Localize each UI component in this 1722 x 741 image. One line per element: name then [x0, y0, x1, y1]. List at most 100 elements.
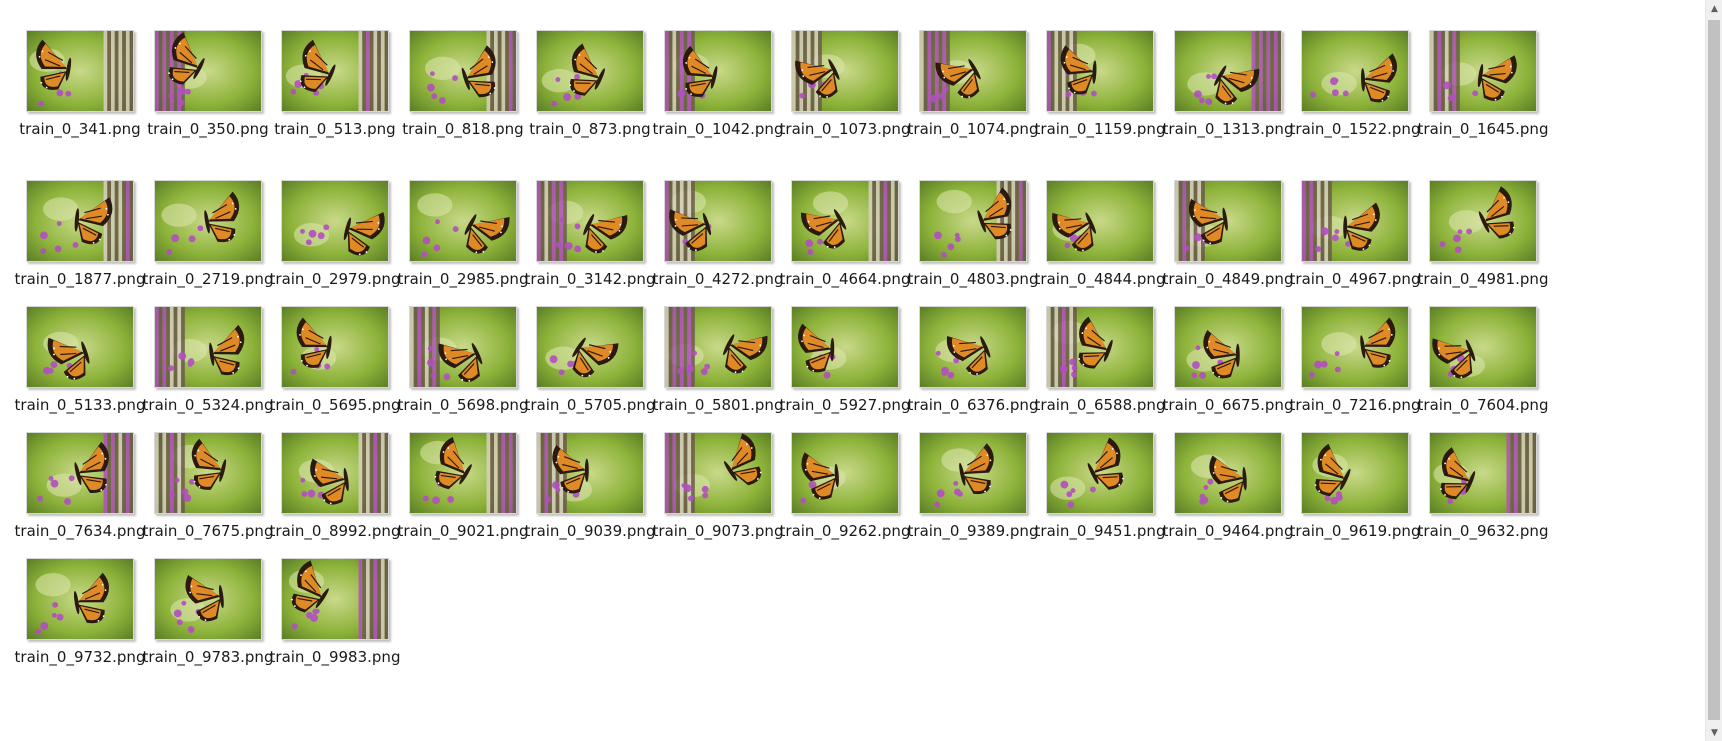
file-item[interactable]: train_0_8992.png	[269, 428, 400, 558]
file-thumbnail[interactable]	[1301, 432, 1409, 514]
file-thumbnail[interactable]	[664, 180, 772, 262]
file-thumbnail[interactable]	[1046, 306, 1154, 388]
file-item[interactable]: train_0_1313.png	[1162, 26, 1293, 156]
file-thumbnail[interactable]	[26, 30, 134, 112]
file-item[interactable]: train_0_818.png	[397, 26, 524, 156]
file-thumbnail[interactable]	[1174, 306, 1282, 388]
file-thumbnail[interactable]	[1301, 306, 1409, 388]
file-thumbnail[interactable]	[281, 558, 389, 640]
file-thumbnail[interactable]	[536, 432, 644, 514]
file-item[interactable]: train_0_9021.png	[397, 428, 528, 558]
file-item[interactable]: train_0_6588.png	[1034, 302, 1165, 432]
file-thumbnail[interactable]	[409, 180, 517, 262]
file-thumbnail[interactable]	[409, 306, 517, 388]
file-item[interactable]: train_0_9451.png	[1034, 428, 1165, 558]
file-item[interactable]: train_0_9632.png	[1417, 428, 1548, 558]
scrollbar-thumb[interactable]	[1708, 20, 1720, 720]
file-item[interactable]: train_0_350.png	[142, 26, 269, 156]
file-thumbnail[interactable]	[536, 180, 644, 262]
file-thumbnail[interactable]	[791, 306, 899, 388]
file-item[interactable]: train_0_5695.png	[269, 302, 400, 432]
file-thumbnail[interactable]	[536, 306, 644, 388]
file-item[interactable]: train_0_1073.png	[779, 26, 910, 156]
file-thumbnail[interactable]	[919, 432, 1027, 514]
file-thumbnail[interactable]	[26, 306, 134, 388]
file-item[interactable]: train_0_9262.png	[779, 428, 910, 558]
file-thumbnail[interactable]	[26, 432, 134, 514]
file-item[interactable]: train_0_1159.png	[1034, 26, 1165, 156]
file-thumbnail[interactable]	[281, 180, 389, 262]
file-thumbnail[interactable]	[1301, 30, 1409, 112]
file-item[interactable]: train_0_4967.png	[1289, 176, 1420, 306]
file-thumbnail[interactable]	[1174, 30, 1282, 112]
file-thumbnail[interactable]	[664, 432, 772, 514]
file-item[interactable]: train_0_5927.png	[779, 302, 910, 432]
file-thumbnail[interactable]	[919, 306, 1027, 388]
file-item[interactable]: train_0_7675.png	[142, 428, 273, 558]
file-thumbnail[interactable]	[1046, 180, 1154, 262]
file-item[interactable]: train_0_5705.png	[524, 302, 655, 432]
file-item[interactable]: train_0_4272.png	[652, 176, 783, 306]
file-item[interactable]: train_0_5133.png	[14, 302, 145, 432]
file-item[interactable]: train_0_9464.png	[1162, 428, 1293, 558]
file-item[interactable]: train_0_5801.png	[652, 302, 783, 432]
file-item[interactable]: train_0_9732.png	[14, 554, 145, 684]
file-thumbnail[interactable]	[1046, 432, 1154, 514]
file-thumbnail[interactable]	[1174, 180, 1282, 262]
vertical-scrollbar[interactable]: ▲ ▼	[1705, 0, 1722, 741]
file-item[interactable]: train_0_9783.png	[142, 554, 273, 684]
file-thumbnail[interactable]	[154, 306, 262, 388]
file-item[interactable]: train_0_5324.png	[142, 302, 273, 432]
file-thumbnail[interactable]	[919, 30, 1027, 112]
file-item[interactable]: train_0_2985.png	[397, 176, 528, 306]
file-item[interactable]: train_0_4844.png	[1034, 176, 1165, 306]
file-item[interactable]: train_0_9619.png	[1289, 428, 1420, 558]
file-item[interactable]: train_0_5698.png	[397, 302, 528, 432]
file-item[interactable]: train_0_513.png	[269, 26, 396, 156]
file-item[interactable]: train_0_4803.png	[907, 176, 1038, 306]
file-item[interactable]: train_0_9039.png	[524, 428, 655, 558]
file-item[interactable]: train_0_4849.png	[1162, 176, 1293, 306]
file-thumbnail[interactable]	[281, 306, 389, 388]
file-item[interactable]: train_0_7216.png	[1289, 302, 1420, 432]
file-item[interactable]: train_0_1074.png	[907, 26, 1038, 156]
file-thumbnail[interactable]	[154, 30, 262, 112]
file-item[interactable]: train_0_2979.png	[269, 176, 400, 306]
file-thumbnail[interactable]	[154, 432, 262, 514]
file-thumbnail[interactable]	[1429, 306, 1537, 388]
file-thumbnail[interactable]	[919, 180, 1027, 262]
file-item[interactable]: train_0_1877.png	[14, 176, 145, 306]
file-thumbnail[interactable]	[26, 558, 134, 640]
file-thumbnail[interactable]	[664, 306, 772, 388]
file-thumbnail[interactable]	[154, 558, 262, 640]
file-item[interactable]: train_0_4981.png	[1417, 176, 1548, 306]
file-thumbnail[interactable]	[409, 432, 517, 514]
file-item[interactable]: train_0_6675.png	[1162, 302, 1293, 432]
file-thumbnail[interactable]	[1046, 30, 1154, 112]
file-thumbnail[interactable]	[536, 30, 644, 112]
file-thumbnail[interactable]	[1301, 180, 1409, 262]
file-item[interactable]: train_0_7604.png	[1417, 302, 1548, 432]
file-thumbnail[interactable]	[1429, 432, 1537, 514]
file-thumbnail[interactable]	[791, 30, 899, 112]
file-item[interactable]: train_0_9983.png	[269, 554, 400, 684]
file-thumbnail[interactable]	[409, 30, 517, 112]
file-item[interactable]: train_0_1522.png	[1289, 26, 1420, 156]
file-thumbnail[interactable]	[791, 180, 899, 262]
file-thumbnail[interactable]	[281, 432, 389, 514]
file-item[interactable]: train_0_7634.png	[14, 428, 145, 558]
file-item[interactable]: train_0_9389.png	[907, 428, 1038, 558]
file-item[interactable]: train_0_4664.png	[779, 176, 910, 306]
file-item[interactable]: train_0_9073.png	[652, 428, 783, 558]
file-thumbnail[interactable]	[1174, 432, 1282, 514]
file-thumbnail[interactable]	[664, 30, 772, 112]
file-thumbnail[interactable]	[1429, 30, 1537, 112]
file-item[interactable]: train_0_341.png	[14, 26, 141, 156]
file-thumbnail[interactable]	[281, 30, 389, 112]
file-item[interactable]: train_0_6376.png	[907, 302, 1038, 432]
file-thumbnail[interactable]	[791, 432, 899, 514]
file-item[interactable]: train_0_1042.png	[652, 26, 783, 156]
chevron-up-icon[interactable]: ▲	[1706, 0, 1722, 17]
file-thumbnail[interactable]	[154, 180, 262, 262]
chevron-down-icon[interactable]: ▼	[1706, 724, 1722, 741]
